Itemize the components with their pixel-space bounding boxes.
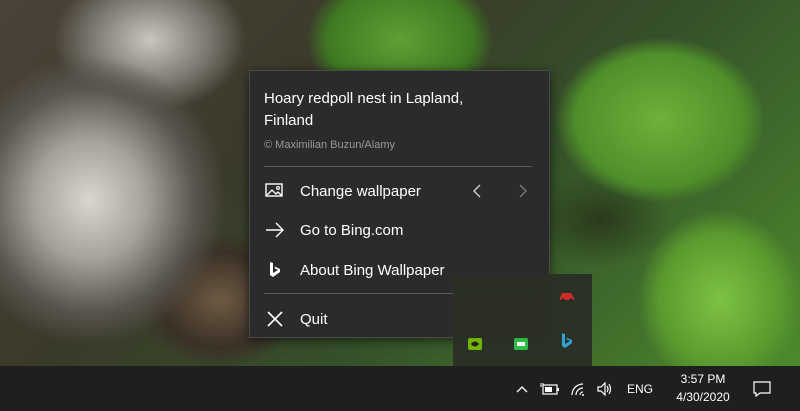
- clock-date: 4/30/2020: [676, 390, 730, 404]
- nvidia-icon[interactable]: [465, 334, 485, 354]
- wallpaper-title: Hoary redpoll nest in Lapland, Finland: [264, 90, 464, 129]
- clock-time: 3:57 PM: [680, 372, 726, 386]
- bing-wallpaper-icon[interactable]: [557, 331, 577, 351]
- image-icon: [264, 180, 286, 202]
- car-app-icon[interactable]: [557, 286, 577, 306]
- show-hidden-icons-chevron-icon[interactable]: [512, 366, 532, 411]
- chevron-left-icon[interactable]: [469, 180, 485, 202]
- menu-divider: [264, 166, 532, 167]
- close-icon: [264, 308, 286, 330]
- quit-label: Quit: [300, 310, 328, 328]
- arrow-right-icon: [264, 219, 286, 241]
- chat-app-icon[interactable]: [511, 334, 531, 354]
- notification-icon[interactable]: [748, 366, 776, 411]
- volume-icon[interactable]: [594, 366, 616, 411]
- tray-overflow-panel: [453, 274, 592, 366]
- battery-icon[interactable]: [538, 366, 562, 411]
- taskbar: ENG 3:57 PM 4/30/2020: [0, 366, 800, 411]
- about-bing-wallpaper-label: About Bing Wallpaper: [300, 261, 445, 279]
- wallpaper-credit: © Maximilian Buzun/Alamy: [264, 139, 395, 151]
- chevron-right-icon[interactable]: [515, 180, 531, 202]
- go-to-bing-label: Go to Bing.com: [300, 221, 404, 239]
- bing-logo-icon: [264, 259, 286, 281]
- go-to-bing-item[interactable]: Go to Bing.com: [250, 212, 549, 248]
- change-wallpaper-label: Change wallpaper: [300, 182, 421, 200]
- clock[interactable]: 3:57 PM 4/30/2020: [668, 370, 738, 408]
- wifi-icon[interactable]: [568, 366, 590, 411]
- language-indicator[interactable]: ENG: [622, 366, 658, 411]
- change-wallpaper-item[interactable]: Change wallpaper: [250, 173, 549, 209]
